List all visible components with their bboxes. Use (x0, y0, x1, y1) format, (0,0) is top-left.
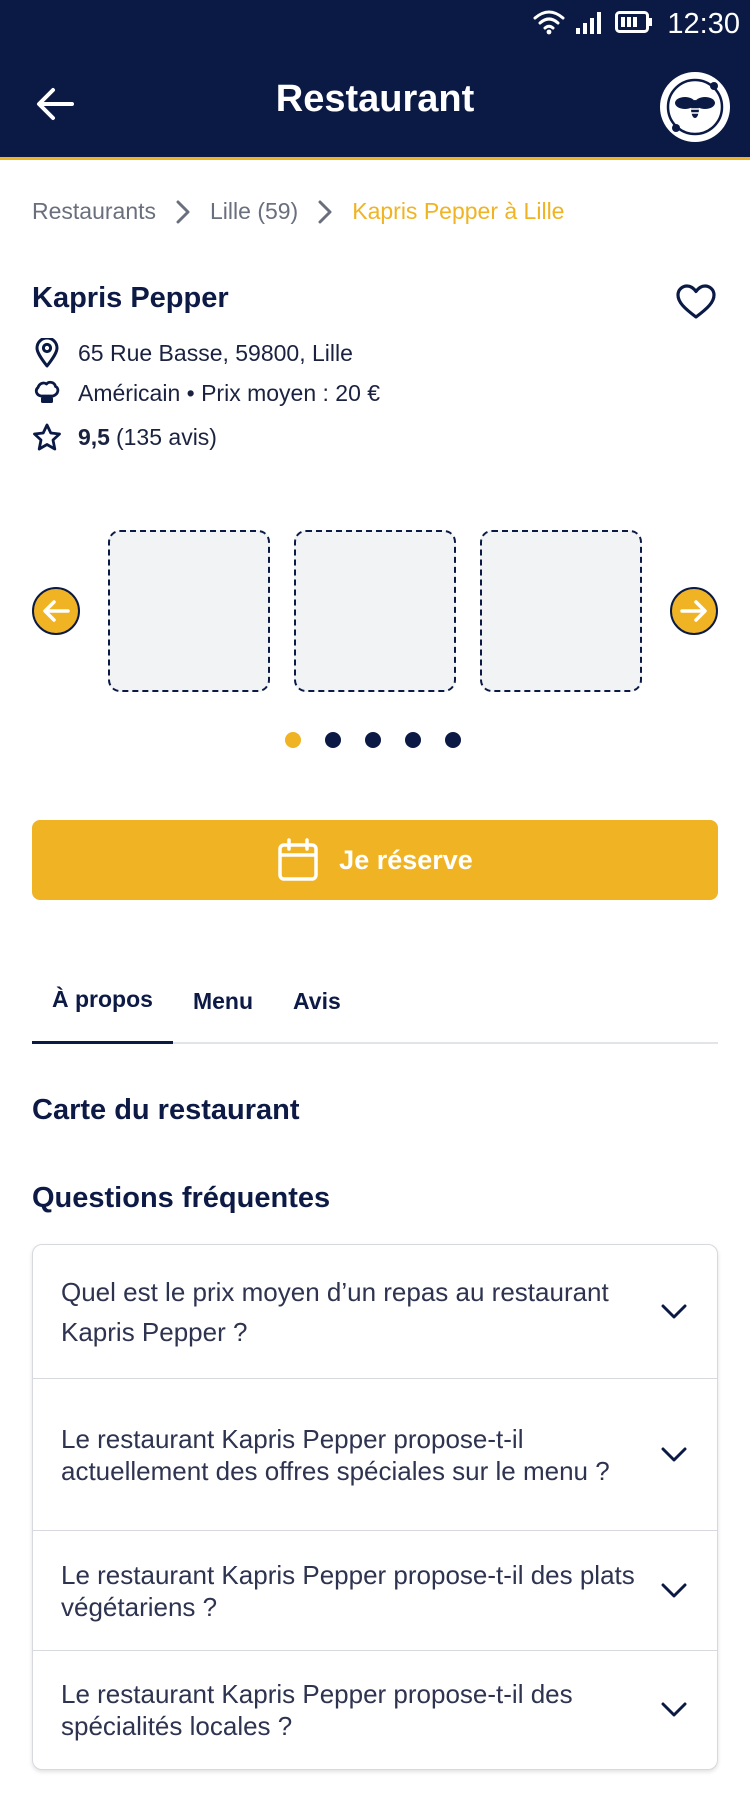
faq-item[interactable]: Le restaurant Kapris Pepper propose-t-il… (33, 1651, 717, 1769)
gallery-pagination (285, 732, 461, 748)
chevron-down-icon (659, 1695, 689, 1725)
faq-question: Le restaurant Kapris Pepper propose-t-il… (61, 1423, 610, 1486)
restaurant-address: 65 Rue Basse, 59800, Lille (78, 339, 353, 366)
faq-item[interactable]: Le restaurant Kapris Pepper propose-t-il… (33, 1531, 717, 1651)
pagination-dot[interactable] (325, 732, 341, 748)
gallery-next-button[interactable] (670, 587, 718, 635)
gallery-image[interactable] (480, 530, 642, 692)
review-count[interactable]: (135 avis) (116, 424, 217, 451)
faq-list: Quel est le prix moyen d’un repas au res… (32, 1244, 718, 1770)
faq-question: Quel est le prix moyen d’un repas au res… (61, 1276, 609, 1347)
chevron-down-icon (659, 1576, 689, 1606)
chevron-down-icon (659, 1440, 689, 1470)
calendar-icon (278, 838, 318, 881)
pagination-dot[interactable] (285, 732, 301, 748)
tab-reviews[interactable]: Avis (273, 958, 361, 1044)
reserve-button-label: Je réserve (339, 844, 473, 875)
faq-question: Le restaurant Kapris Pepper propose-t-il… (61, 1559, 635, 1622)
bee-logo-icon (666, 78, 724, 136)
cuisine-row: Américain • Prix moyen : 20 € (32, 378, 380, 408)
breadcrumb: Restaurants Lille (59) Kapris Pepper à L… (32, 198, 564, 225)
battery-icon (615, 10, 653, 38)
pagination-dot[interactable] (445, 732, 461, 748)
menu-card-heading: Carte du restaurant (32, 1094, 300, 1126)
restaurant-name: Kapris Pepper (32, 282, 229, 314)
pagination-dot[interactable] (365, 732, 381, 748)
arrow-left-icon (43, 600, 70, 622)
signal-icon (575, 10, 605, 39)
star-icon (32, 422, 62, 452)
tab-bar: À propos Menu Avis (32, 958, 718, 1044)
gallery-image[interactable] (294, 530, 456, 692)
rating-score: 9,5 (78, 423, 110, 450)
faq-item[interactable]: Le restaurant Kapris Pepper propose-t-il… (33, 1379, 717, 1531)
faq-question: Le restaurant Kapris Pepper propose-t-il… (61, 1679, 573, 1741)
bee-logo-button[interactable] (660, 72, 730, 142)
chevron-down-icon (659, 1297, 689, 1327)
gallery-prev-button[interactable] (32, 587, 80, 635)
reserve-button[interactable]: Je réserve (32, 820, 718, 900)
faq-item[interactable]: Quel est le prix moyen d’un repas au res… (33, 1245, 717, 1379)
chevron-right-icon (176, 200, 190, 224)
breadcrumb-item-lille[interactable]: Lille (59) (210, 198, 298, 225)
chef-hat-icon (32, 378, 62, 408)
arrow-right-icon (680, 600, 707, 622)
breadcrumb-item-restaurants[interactable]: Restaurants (32, 198, 156, 225)
favorite-button[interactable] (674, 280, 718, 324)
cuisine-price: Américain • Prix moyen : 20 € (78, 379, 381, 406)
pagination-dot[interactable] (405, 732, 421, 748)
breadcrumb-item-current: Kapris Pepper à Lille (352, 198, 565, 224)
heart-icon (676, 284, 716, 319)
faq-heading: Questions fréquentes (32, 1182, 331, 1214)
page-title: Restaurant (275, 78, 475, 120)
map-pin-icon (32, 338, 62, 368)
gallery-image[interactable] (108, 530, 270, 692)
rating-row: 9,5 (135 avis) (32, 422, 217, 452)
tab-about[interactable]: À propos (32, 958, 173, 1044)
chevron-right-icon (318, 200, 332, 224)
app-header: 12:30 Restaurant (0, 0, 750, 160)
address-row: 65 Rue Basse, 59800, Lille (32, 338, 353, 368)
wifi-icon (533, 9, 565, 40)
tab-menu[interactable]: Menu (173, 958, 273, 1044)
status-time: 12:30 (667, 7, 740, 40)
status-bar: 12:30 (533, 6, 740, 42)
